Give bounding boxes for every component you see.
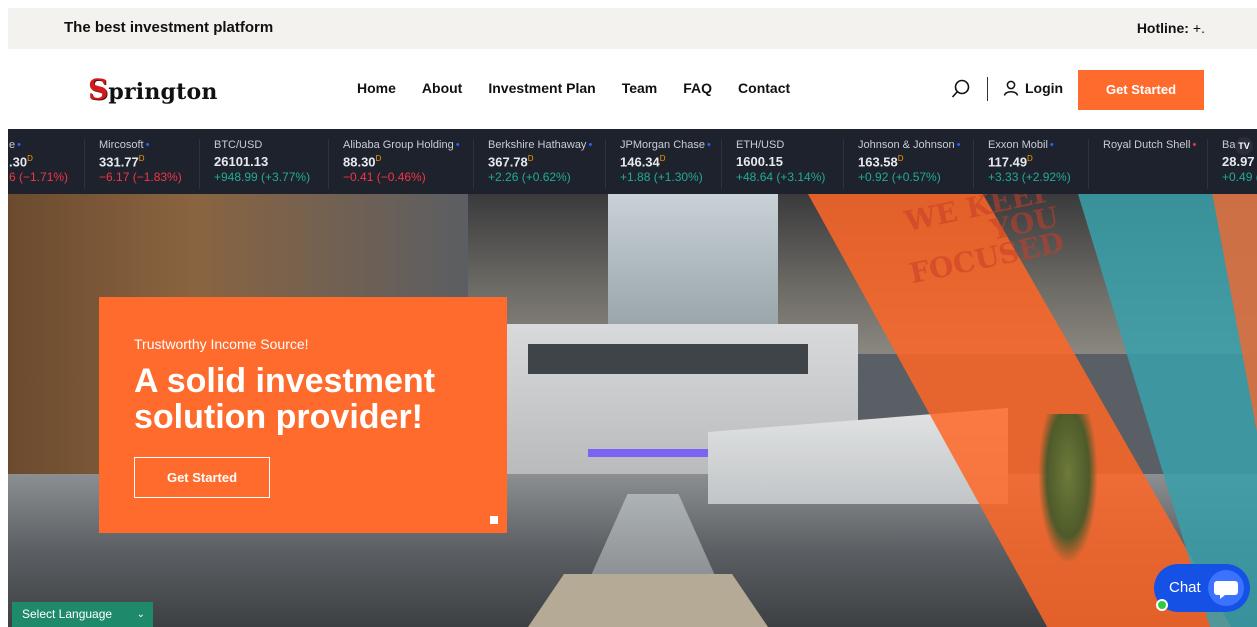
- chat-widget-button[interactable]: Chat: [1154, 564, 1250, 612]
- ticker-name: BTC/USD: [214, 139, 263, 151]
- logo-initial: S: [88, 73, 109, 106]
- ticker-name: Alibaba Group Holding: [343, 139, 454, 151]
- ticker-item[interactable]: JPMorgan Chase • 146.34D +1.88 (+1.30%): [605, 139, 711, 189]
- ticker-change: +1.88 (+1.30%): [620, 170, 703, 185]
- ticker-item[interactable]: Royal Dutch Shell •: [1088, 139, 1196, 189]
- ticker-price: 163.58: [858, 154, 898, 170]
- hero-get-started-button[interactable]: Get Started: [134, 457, 270, 498]
- ticker-price: 117.49: [988, 154, 1028, 170]
- ticker-item[interactable]: ETH/USD 1600.15 +48.64 (+3.14%): [721, 139, 825, 189]
- hero-image-carpet: [528, 574, 768, 627]
- ticker-dot-icon: •: [1049, 139, 1054, 151]
- ticker-price: 367.78: [488, 154, 528, 170]
- login-link[interactable]: Login: [1003, 80, 1063, 96]
- hero-eyebrow: Trustworthy Income Source!: [134, 336, 309, 352]
- ticker-item[interactable]: Mircosoft • 331.77D −6.17 (−1.83%): [84, 139, 182, 189]
- ticker-dot-icon: •: [707, 139, 711, 151]
- ticker-item[interactable]: Alibaba Group Holding • 88.30D −0.41 (−0.…: [328, 139, 460, 189]
- ticker-dot-icon: •: [588, 139, 593, 151]
- ticker-delay-mark: D: [897, 154, 904, 163]
- site-header: Springton Home About Investment Plan Tea…: [8, 49, 1257, 129]
- stock-ticker: e • .30D 6 (−1.71%) Mircosoft • 331.77D −6…: [8, 129, 1257, 194]
- ticker-dot-icon: •: [956, 139, 961, 151]
- nav-about[interactable]: About: [422, 80, 462, 96]
- chevron-down-icon: ⌄: [136, 609, 145, 620]
- hero-image-windows: [528, 344, 808, 374]
- search-icon[interactable]: [951, 79, 971, 99]
- ticker-change: +0.92 (+0.57%): [858, 170, 941, 185]
- ticker-delay-mark: D: [138, 154, 145, 163]
- language-label: Select Language: [22, 607, 113, 621]
- tradingview-logo-icon[interactable]: TV: [1235, 137, 1253, 155]
- ticker-change: +48.64 (+3.14%): [736, 170, 826, 184]
- ticker-name: ETH/USD: [736, 139, 785, 151]
- ticker-price: .30: [9, 154, 28, 170]
- ticker-delay-mark: D: [27, 154, 33, 163]
- user-icon: [1003, 80, 1019, 96]
- ticker-change: +948.99 (+3.77%): [214, 170, 311, 184]
- header-divider: [987, 77, 988, 101]
- hotline-label: Hotline:: [1136, 20, 1189, 36]
- ticker-change: −0.41 (−0.46%): [343, 170, 426, 185]
- hero-card: Trustworthy Income Source! A solid inves…: [99, 297, 507, 533]
- ticker-delay-mark: D: [375, 154, 382, 163]
- logo-text: prington: [108, 79, 218, 105]
- ticker-change: +3.33 (+2.92%): [988, 170, 1071, 185]
- ticker-name: JPMorgan Chase: [620, 139, 705, 151]
- ticker-name: Exxon Mobil: [988, 139, 1048, 151]
- ticker-item[interactable]: Johnson & Johnson • 163.58D +0.92 (+0.57%…: [843, 139, 961, 189]
- ticker-delay-mark: D: [1027, 154, 1033, 163]
- hero-image-skylight: [608, 194, 778, 324]
- hotline: Hotline: +.: [1137, 20, 1205, 36]
- chat-label: Chat: [1169, 579, 1201, 596]
- ticker-delay-mark: D: [659, 154, 666, 163]
- ticker-change: −6.17 (−1.83%): [99, 170, 182, 185]
- chat-bubble-svg: [1214, 581, 1238, 599]
- ticker-dot-icon: •: [455, 139, 460, 151]
- ticker-dot-icon: •: [145, 139, 150, 151]
- ticker-name: Berkshire Hathaway: [488, 139, 587, 151]
- logo[interactable]: Springton: [88, 73, 218, 106]
- ticker-item[interactable]: Berkshire Hathaway • 367.78D +2.26 (+0.62…: [473, 139, 592, 189]
- language-select[interactable]: Select Language ⌄: [12, 602, 153, 627]
- ticker-name: e: [9, 139, 16, 151]
- nav-contact[interactable]: Contact: [738, 80, 790, 96]
- ticker-price: 331.77: [99, 154, 139, 170]
- chat-bubble-icon: [1208, 570, 1244, 606]
- ticker-change: 6 (−1.71%): [9, 170, 69, 185]
- ticker-price: 146.34: [620, 154, 660, 170]
- get-started-button[interactable]: Get Started: [1078, 70, 1204, 110]
- nav-home[interactable]: Home: [357, 80, 396, 96]
- hotline-number[interactable]: +.: [1193, 20, 1205, 36]
- online-status-dot: [1156, 599, 1168, 611]
- top-bar: The best investment platform Hotline: +.: [8, 8, 1257, 49]
- ticker-item[interactable]: e • .30D 6 (−1.71%): [8, 139, 68, 189]
- ticker-delay-mark: D: [527, 154, 534, 163]
- ticker-price: 26101.13: [214, 154, 269, 169]
- ticker-name: Royal Dutch Shell: [1103, 139, 1191, 151]
- nav-faq[interactable]: FAQ: [683, 80, 712, 96]
- ticker-dot-icon: •: [17, 139, 21, 151]
- ticker-change: +0.49 (: [1222, 170, 1257, 184]
- ticker-item[interactable]: BTC/USD 26101.13 +948.99 (+3.77%): [199, 139, 310, 189]
- login-label: Login: [1025, 80, 1064, 96]
- ticker-price: 1600.15: [736, 154, 783, 169]
- slider-indicator[interactable]: [490, 516, 498, 524]
- ticker-name: Mircosoft: [99, 139, 144, 151]
- nav-investment-plan[interactable]: Investment Plan: [488, 80, 595, 96]
- tagline: The best investment platform: [64, 19, 274, 36]
- ticker-name: Johnson & Johnson: [858, 139, 955, 151]
- ticker-price: 88.30: [343, 154, 376, 170]
- hero-headline: A solid investment solution provider!: [134, 362, 436, 436]
- nav-team[interactable]: Team: [622, 80, 658, 96]
- hero-image-plant: [1038, 414, 1098, 564]
- ticker-price: 28.97: [1222, 154, 1255, 169]
- ticker-change: +2.26 (+0.62%): [488, 170, 571, 185]
- ticker-item[interactable]: Exxon Mobil • 117.49D +3.33 (+2.92%): [973, 139, 1071, 189]
- ticker-dot-icon: •: [1192, 139, 1197, 151]
- main-nav: Home About Investment Plan Team FAQ Cont…: [357, 80, 816, 96]
